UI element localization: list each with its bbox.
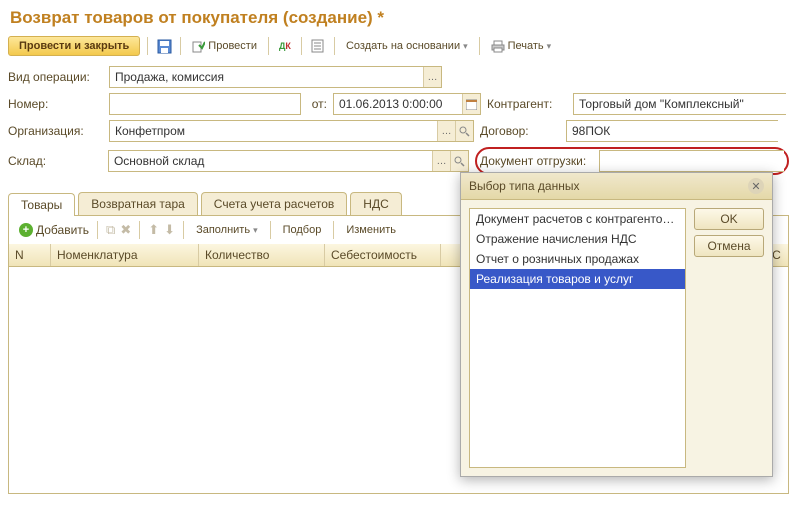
separator xyxy=(479,37,480,55)
print-label: Печать xyxy=(508,40,544,52)
date-field[interactable] xyxy=(334,94,462,114)
counterparty-label: Контрагент: xyxy=(487,97,567,111)
dialog-body: Документ расчетов с контрагентом (... От… xyxy=(461,200,772,476)
chevron-down-icon: ▾ xyxy=(463,41,468,52)
organization-input[interactable]: … xyxy=(109,120,474,142)
organization-label: Организация: xyxy=(8,124,103,138)
provesti-button[interactable]: Провести xyxy=(188,38,261,55)
warehouse-input[interactable]: … xyxy=(108,150,469,172)
list-item[interactable]: Отчет о розничных продажах xyxy=(470,249,685,269)
change-button[interactable]: Изменить xyxy=(342,222,400,238)
provesti-label: Провести xyxy=(208,40,257,52)
document-icon[interactable] xyxy=(309,37,327,55)
tab-vat[interactable]: НДС xyxy=(350,192,401,215)
search-icon[interactable] xyxy=(455,121,473,141)
dialog-buttons: OK Отмена xyxy=(694,208,764,468)
separator xyxy=(334,37,335,55)
cancel-button[interactable]: Отмена xyxy=(694,235,764,257)
counterparty-field[interactable] xyxy=(574,94,786,114)
separator xyxy=(333,221,334,239)
close-icon[interactable]: ✕ xyxy=(748,178,764,194)
contract-input[interactable] xyxy=(566,120,778,142)
separator xyxy=(180,37,181,55)
create-on-basis-label: Создать на основании xyxy=(346,40,460,52)
ellipsis-button[interactable]: … xyxy=(437,121,455,141)
organization-field[interactable] xyxy=(110,121,437,141)
chevron-down-icon: ▾ xyxy=(547,41,552,52)
tab-accounts[interactable]: Счета учета расчетов xyxy=(201,192,347,215)
separator xyxy=(139,221,140,239)
add-label: Добавить xyxy=(36,223,89,237)
warehouse-field[interactable] xyxy=(109,151,432,171)
arrow-down-icon[interactable]: ⬇ xyxy=(164,222,175,238)
add-button[interactable]: + Добавить xyxy=(19,223,89,237)
ok-button[interactable]: OK xyxy=(694,208,764,230)
fill-button[interactable]: Заполнить ▾ xyxy=(192,222,262,238)
number-label: Номер: xyxy=(8,97,103,111)
operation-label: Вид операции: xyxy=(8,70,103,84)
form-area: Вид операции: … Номер: от: Контрагент: О… xyxy=(0,62,797,184)
number-field[interactable] xyxy=(110,94,300,114)
shipdoc-field[interactable] xyxy=(600,151,784,171)
list-item[interactable]: Отражение начисления НДС xyxy=(470,229,685,249)
separator xyxy=(183,221,184,239)
submit-and-close-button[interactable]: Провести и закрыть xyxy=(8,36,140,56)
number-input[interactable] xyxy=(109,93,301,115)
dk-icon[interactable]: ДК xyxy=(276,37,294,55)
chevron-down-icon: ▾ xyxy=(253,225,258,236)
list-item[interactable]: Документ расчетов с контрагентом (... xyxy=(470,209,685,229)
col-qty[interactable]: Количество xyxy=(199,244,325,266)
separator xyxy=(270,221,271,239)
col-cost[interactable]: Себестоимость xyxy=(325,244,441,266)
fill-label: Заполнить xyxy=(196,224,250,236)
type-select-dialog: Выбор типа данных ✕ Документ расчетов с … xyxy=(460,172,773,477)
create-on-basis-button[interactable]: Создать на основании ▾ xyxy=(342,38,472,54)
plus-icon: + xyxy=(19,223,33,237)
separator xyxy=(301,37,302,55)
delete-icon[interactable]: ✖ xyxy=(120,222,131,238)
dialog-titlebar[interactable]: Выбор типа данных ✕ xyxy=(461,173,772,200)
contract-label: Договор: xyxy=(480,124,560,138)
print-button[interactable]: Печать ▾ xyxy=(487,38,556,55)
separator xyxy=(97,221,98,239)
dialog-title-text: Выбор типа данных xyxy=(469,179,579,193)
operation-field[interactable] xyxy=(110,67,423,87)
contract-field[interactable] xyxy=(567,121,778,141)
warehouse-label: Склад: xyxy=(8,154,102,168)
shipdoc-highlight: Документ отгрузки: xyxy=(475,147,789,175)
calendar-icon[interactable] xyxy=(462,94,480,114)
arrow-up-icon[interactable]: ⬆ xyxy=(148,222,159,238)
date-input[interactable] xyxy=(333,93,481,115)
main-toolbar: Провести и закрыть Провести ДК Создать н… xyxy=(0,34,797,62)
page-title: Возврат товаров от покупателя (создание)… xyxy=(0,0,797,34)
dialog-list[interactable]: Документ расчетов с контрагентом (... От… xyxy=(469,208,686,468)
col-nomenclature[interactable]: Номенклатура xyxy=(51,244,199,266)
search-icon[interactable] xyxy=(450,151,468,171)
shipdoc-input[interactable] xyxy=(599,150,784,172)
shipdoc-label: Документ отгрузки: xyxy=(480,154,595,168)
copy-icon[interactable]: ⧉ xyxy=(106,222,115,238)
separator xyxy=(147,37,148,55)
select-button[interactable]: Подбор xyxy=(279,222,326,238)
tab-goods[interactable]: Товары xyxy=(8,193,75,216)
separator xyxy=(268,37,269,55)
from-label: от: xyxy=(307,97,327,111)
counterparty-input[interactable] xyxy=(573,93,786,115)
list-item[interactable]: Реализация товаров и услуг xyxy=(470,269,685,289)
operation-input[interactable]: … xyxy=(109,66,442,88)
ellipsis-button[interactable]: … xyxy=(432,151,450,171)
col-n[interactable]: N xyxy=(9,244,51,266)
save-icon[interactable] xyxy=(155,37,173,55)
ellipsis-button[interactable]: … xyxy=(423,67,441,87)
tab-tara[interactable]: Возвратная тара xyxy=(78,192,198,215)
